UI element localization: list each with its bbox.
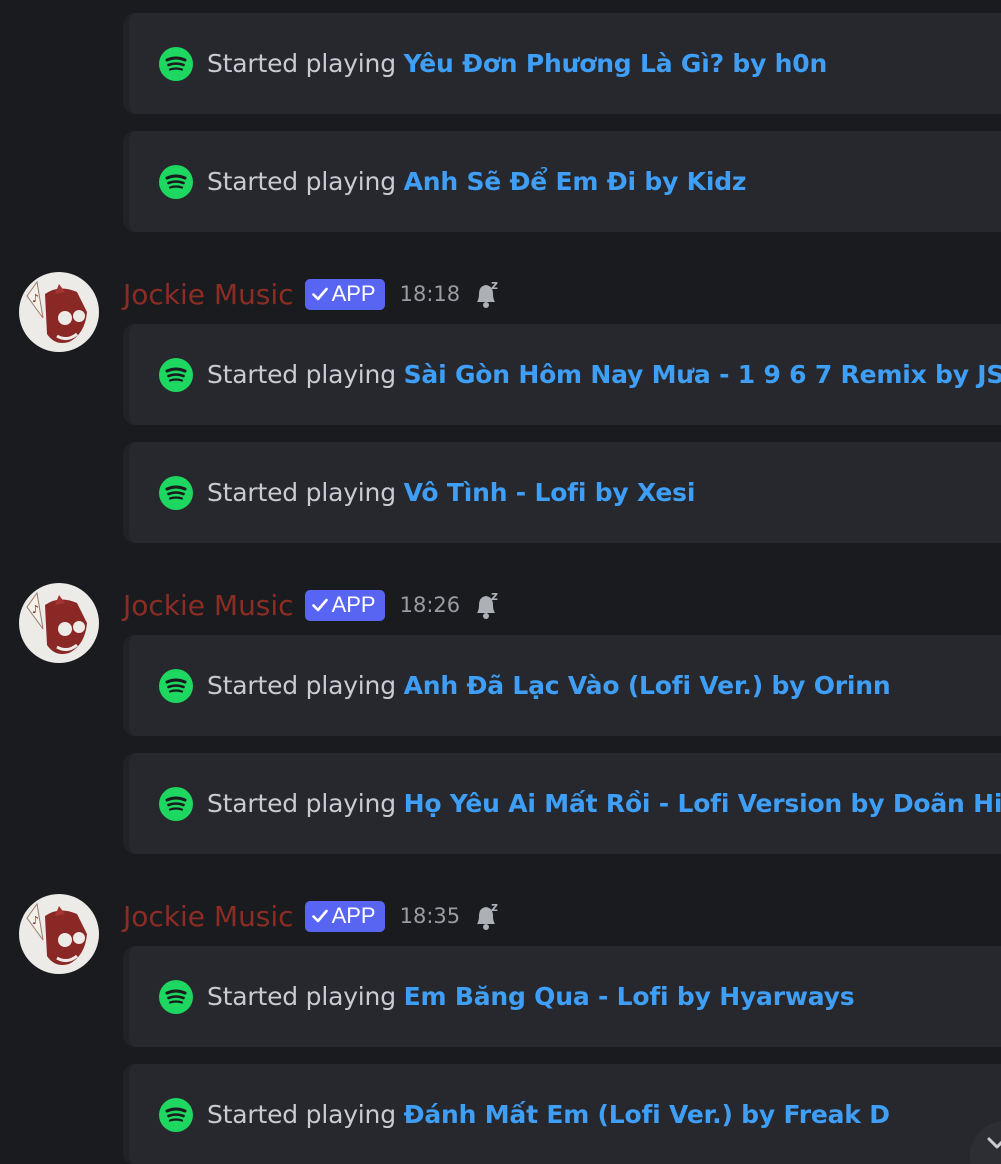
embed-prefix: Started playing	[207, 49, 396, 78]
svg-text:♪: ♪	[32, 914, 39, 927]
bot-avatar[interactable]: ♪	[19, 272, 99, 352]
svg-text:♪: ♪	[32, 292, 39, 305]
app-badge-label: APP	[331, 592, 376, 617]
bot-avatar[interactable]: ♪	[19, 894, 99, 974]
app-badge: APP	[304, 900, 385, 932]
embed-prefix: Started playing	[207, 478, 396, 507]
embed-text: Started playing Họ Yêu Ai Mất Rồi - Lofi…	[207, 789, 1001, 818]
spotify-icon	[159, 668, 193, 703]
embed-text: Started playing Vô Tình - Lofi by Xesi	[207, 478, 695, 507]
message-feed: Started playing Yêu Đơn Phương Là Gì? by…	[0, 0, 1001, 1164]
spotify-icon	[159, 979, 193, 1014]
embed-content: Started playing Vô Tình - Lofi by Xesi	[159, 475, 695, 510]
song-embed[interactable]: Started playing Đánh Mất Em (Lofi Ver.) …	[123, 1064, 1001, 1164]
embed-content: Started playing Yêu Đơn Phương Là Gì? by…	[159, 46, 827, 81]
song-link[interactable]: Họ Yêu Ai Mất Rồi - Lofi Version by Doãn…	[404, 789, 1001, 818]
song-embed[interactable]: Started playing Anh Đã Lạc Vào (Lofi Ver…	[123, 635, 1001, 736]
song-embed[interactable]: Started playing Em Băng Qua - Lofi by Hy…	[123, 946, 1001, 1047]
song-link[interactable]: Anh Sẽ Để Em Đi by Kidz	[404, 167, 747, 196]
author-row: Jockie Music APP 18:35 z	[123, 896, 502, 936]
spotify-icon	[159, 164, 193, 199]
song-link[interactable]: Vô Tình - Lofi by Xesi	[404, 478, 696, 507]
timestamp[interactable]: 18:26	[400, 593, 461, 617]
app-badge: APP	[304, 278, 385, 310]
embed-prefix: Started playing	[207, 671, 396, 700]
song-link[interactable]: Yêu Đơn Phương Là Gì? by h0n	[404, 49, 828, 78]
embed-text: Started playing Em Băng Qua - Lofi by Hy…	[207, 982, 855, 1011]
embed-content: Started playing Anh Sẽ Để Em Đi by Kidz	[159, 164, 746, 199]
spotify-icon	[159, 1097, 193, 1132]
song-link[interactable]: Đánh Mất Em (Lofi Ver.) by Freak D	[404, 1100, 890, 1129]
song-link[interactable]: Em Băng Qua - Lofi by Hyarways	[404, 982, 855, 1011]
spotify-icon	[159, 46, 193, 81]
song-embed[interactable]: Started playing Yêu Đơn Phương Là Gì? by…	[123, 13, 1001, 114]
embed-prefix: Started playing	[207, 982, 396, 1011]
embed-content: Started playing Đánh Mất Em (Lofi Ver.) …	[159, 1097, 890, 1132]
chevron-down-icon	[987, 1137, 1001, 1149]
embed-content: Started playing Anh Đã Lạc Vào (Lofi Ver…	[159, 668, 891, 703]
app-badge-label: APP	[331, 903, 376, 928]
author-row: Jockie Music APP 18:18 z	[123, 274, 502, 314]
author-name[interactable]: Jockie Music	[123, 589, 294, 622]
timestamp[interactable]: 18:35	[400, 904, 461, 928]
svg-text:z: z	[491, 589, 498, 603]
bell-snooze-icon: z	[477, 900, 498, 930]
svg-text:z: z	[491, 278, 498, 292]
embed-content: Started playing Họ Yêu Ai Mất Rồi - Lofi…	[159, 786, 1001, 821]
song-embed[interactable]: Started playing Anh Sẽ Để Em Đi by Kidz	[123, 131, 1001, 232]
song-link[interactable]: Sài Gòn Hôm Nay Mưa - 1 9 6 7 Remix by J…	[404, 360, 1001, 389]
checkmark-icon	[311, 598, 328, 612]
embed-text: Started playing Yêu Đơn Phương Là Gì? by…	[207, 49, 827, 78]
author-row: Jockie Music APP 18:26 z	[123, 585, 502, 625]
embed-text: Started playing Đánh Mất Em (Lofi Ver.) …	[207, 1100, 890, 1129]
embed-content: Started playing Sài Gòn Hôm Nay Mưa - 1 …	[159, 357, 1001, 392]
song-embed[interactable]: Started playing Vô Tình - Lofi by Xesi	[123, 442, 1001, 543]
song-embed[interactable]: Started playing Sài Gòn Hôm Nay Mưa - 1 …	[123, 324, 1001, 425]
embed-prefix: Started playing	[207, 360, 396, 389]
embed-content: Started playing Em Băng Qua - Lofi by Hy…	[159, 979, 855, 1014]
embed-text: Started playing Anh Đã Lạc Vào (Lofi Ver…	[207, 671, 891, 700]
bell-snooze-icon: z	[477, 589, 498, 619]
timestamp[interactable]: 18:18	[400, 282, 461, 306]
embed-prefix: Started playing	[207, 1100, 396, 1129]
author-name[interactable]: Jockie Music	[123, 278, 294, 311]
app-badge: APP	[304, 589, 385, 621]
spotify-icon	[159, 786, 193, 821]
checkmark-icon	[311, 287, 328, 301]
song-embed[interactable]: Started playing Họ Yêu Ai Mất Rồi - Lofi…	[123, 753, 1001, 854]
embed-prefix: Started playing	[207, 789, 396, 818]
app-badge-label: APP	[331, 281, 376, 306]
checkmark-icon	[311, 909, 328, 923]
bell-snooze-icon: z	[477, 278, 498, 308]
song-link[interactable]: Anh Đã Lạc Vào (Lofi Ver.) by Orinn	[404, 671, 891, 700]
bot-avatar[interactable]: ♪	[19, 583, 99, 663]
embed-prefix: Started playing	[207, 167, 396, 196]
author-name[interactable]: Jockie Music	[123, 900, 294, 933]
svg-text:♪: ♪	[32, 603, 39, 616]
embed-text: Started playing Sài Gòn Hôm Nay Mưa - 1 …	[207, 360, 1001, 389]
spotify-icon	[159, 475, 193, 510]
embed-text: Started playing Anh Sẽ Để Em Đi by Kidz	[207, 167, 746, 196]
spotify-icon	[159, 357, 193, 392]
svg-text:z: z	[491, 900, 498, 914]
